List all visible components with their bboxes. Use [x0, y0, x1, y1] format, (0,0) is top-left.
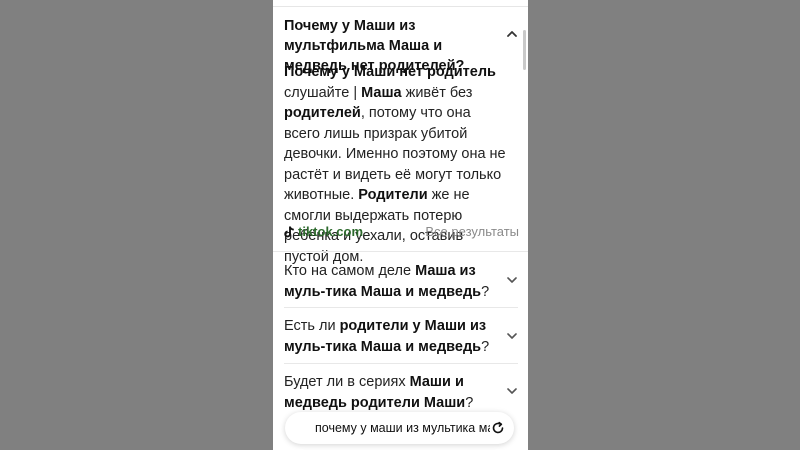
search-bar[interactable]: почему у маши из мультика маша [285, 412, 514, 444]
question-text: Есть ли родители у Маши из муль-тика Маш… [284, 316, 494, 357]
answer-text-fragment: живёт без [401, 84, 473, 101]
all-results-link[interactable]: Все результаты [425, 224, 519, 239]
chevron-down-icon[interactable] [506, 330, 518, 342]
source-link[interactable]: tiktok.com [298, 224, 363, 239]
question-divider [284, 307, 518, 308]
answer-source-row: tiktok.com Все результаты [284, 223, 519, 243]
question-text-fragment: Кто на самом деле [284, 263, 416, 279]
question-text-fragment: ? [465, 394, 474, 411]
search-query[interactable]: почему у маши из мультика маша [315, 421, 490, 435]
question-divider [284, 363, 518, 364]
search-results-screen: Почему у Маши из мультфильма Маша и медв… [273, 0, 528, 450]
chevron-down-icon[interactable] [506, 385, 518, 397]
left-backdrop [0, 0, 273, 450]
chevron-up-icon[interactable] [506, 28, 518, 40]
right-backdrop [528, 0, 800, 450]
answer-bold-fragment: Маша [361, 84, 402, 101]
section-divider [273, 251, 528, 252]
scrollbar[interactable] [523, 30, 526, 70]
question-text: Кто на самом деле Маша из муль-тика Маша… [284, 261, 494, 302]
chevron-down-icon[interactable] [506, 274, 518, 286]
answer-text-fragment: слушайте | [284, 84, 362, 101]
answer-bold-fragment: Родители [358, 187, 428, 203]
question-text-fragment: ? [481, 338, 490, 355]
refresh-icon[interactable] [491, 421, 505, 435]
question-text-fragment: Будет ли в сериях [284, 374, 410, 390]
answer-bold-fragment: родителей [284, 105, 361, 121]
question-text-fragment: Есть ли [284, 318, 340, 334]
answer-bold-fragment: Почему у Маши нет родитель [284, 64, 496, 80]
question-text: Будет ли в сериях Маши и медведь родител… [284, 372, 494, 413]
top-divider [273, 6, 528, 7]
tiktok-icon [284, 226, 295, 238]
question-text-fragment: ? [481, 283, 490, 300]
